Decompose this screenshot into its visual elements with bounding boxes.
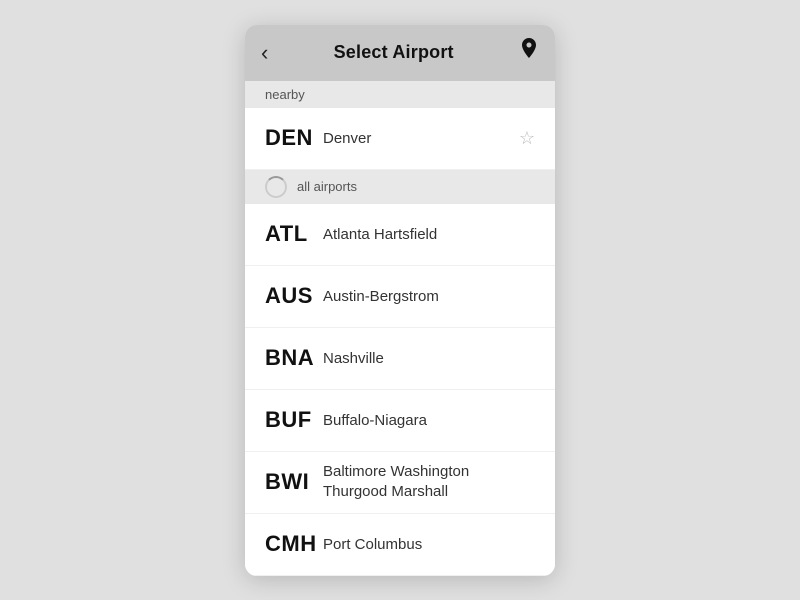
airport-item-bna[interactable]: BNA Nashville <box>245 328 555 390</box>
airport-name-cmh: Port Columbus <box>323 536 535 553</box>
airport-name-den: Denver <box>323 130 511 147</box>
airport-name-aus: Austin-Bergstrom <box>323 288 535 305</box>
loading-spinner <box>265 176 287 198</box>
header: ‹ Select Airport <box>245 25 555 81</box>
airport-item-cmh[interactable]: CMH Port Columbus <box>245 514 555 576</box>
airport-code-bna: BNA <box>265 345 323 371</box>
airport-code-atl: ATL <box>265 221 323 247</box>
location-icon[interactable] <box>519 38 539 68</box>
airport-item-buf[interactable]: BUF Buffalo-Niagara <box>245 390 555 452</box>
header-title: Select Airport <box>334 42 454 63</box>
all-airports-section-header: all airports <box>245 170 555 204</box>
airport-item-atl[interactable]: ATL Atlanta Hartsfield <box>245 204 555 266</box>
airport-code-aus: AUS <box>265 283 323 309</box>
airport-name-bwi: Baltimore WashingtonThurgood Marshall <box>323 462 535 503</box>
phone-frame: ‹ Select Airport nearby DEN Denver ☆ all… <box>245 25 555 576</box>
back-button[interactable]: ‹ <box>261 40 268 66</box>
airport-name-bna: Nashville <box>323 350 535 367</box>
airport-item-den[interactable]: DEN Denver ☆ <box>245 108 555 170</box>
airport-code-den: DEN <box>265 125 323 151</box>
airport-code-buf: BUF <box>265 407 323 433</box>
all-airports-list: ATL Atlanta Hartsfield AUS Austin-Bergst… <box>245 204 555 576</box>
airport-item-aus[interactable]: AUS Austin-Bergstrom <box>245 266 555 328</box>
all-airports-label: all airports <box>297 179 357 194</box>
airport-item-bwi[interactable]: BWI Baltimore WashingtonThurgood Marshal… <box>245 452 555 514</box>
favorite-star-den[interactable]: ☆ <box>519 128 535 149</box>
airport-code-bwi: BWI <box>265 469 323 495</box>
airport-name-atl: Atlanta Hartsfield <box>323 226 535 243</box>
airport-code-cmh: CMH <box>265 531 323 557</box>
airport-name-buf: Buffalo-Niagara <box>323 412 535 429</box>
nearby-section-header: nearby <box>245 81 555 108</box>
